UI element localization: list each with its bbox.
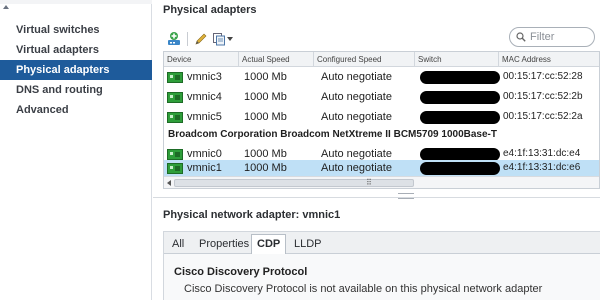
- adapters-table: Device Actual Speed Configured Speed Swi…: [163, 51, 600, 189]
- configured-speed: Auto negotiate: [321, 162, 392, 174]
- mac-address: 00:15:17:cc:52:2a: [503, 111, 583, 122]
- add-network-button[interactable]: [165, 30, 183, 48]
- sidebar-item-dns-and-routing[interactable]: DNS and routing: [0, 80, 152, 100]
- detail-title: Physical network adapter: vmnic1: [163, 209, 341, 221]
- redacted-switch: [420, 162, 500, 175]
- sidebar: Virtual switches Virtual adapters Physic…: [0, 0, 152, 300]
- network-adapter-icon: [167, 163, 183, 174]
- add-network-icon: [168, 32, 180, 45]
- device-name: vmnic1: [187, 162, 222, 174]
- copy-settings-icon: [212, 33, 225, 46]
- detail-panel: All Properties CDP LLDP Cisco Discovery …: [163, 231, 600, 300]
- table-row[interactable]: vmnic4 1000 Mb Auto negotiate 00:15:17:c…: [164, 87, 599, 107]
- mac-address: e4:1f:13:31:dc:e6: [503, 162, 581, 173]
- table-row[interactable]: vmnic3 1000 Mb Auto negotiate 00:15:17:c…: [164, 67, 599, 87]
- edit-button[interactable]: [192, 30, 210, 48]
- actual-speed: 1000 Mb: [244, 162, 287, 174]
- sidebar-item-virtual-adapters[interactable]: Virtual adapters: [0, 40, 152, 60]
- collapse-arrow-icon[interactable]: [3, 5, 9, 9]
- filter-box[interactable]: [509, 27, 595, 47]
- redacted-switch: [420, 71, 500, 84]
- configured-speed: Auto negotiate: [321, 91, 392, 103]
- mac-address: 00:15:17:cc:52:2b: [503, 91, 583, 102]
- column-header-device[interactable]: Device: [164, 52, 239, 67]
- column-header-switch[interactable]: Switch: [415, 52, 499, 67]
- cdp-heading: Cisco Discovery Protocol: [174, 266, 308, 278]
- sidebar-item-virtual-switches[interactable]: Virtual switches: [0, 20, 152, 40]
- network-adapter-icon: [167, 72, 183, 83]
- column-header-configured-speed[interactable]: Configured Speed: [314, 52, 415, 67]
- actual-speed: 1000 Mb: [244, 71, 287, 83]
- scroll-grip-icon: ⠿: [366, 178, 372, 187]
- column-header-mac-address[interactable]: MAC Address: [499, 52, 599, 67]
- network-adapter-icon: [167, 92, 183, 103]
- filter-input[interactable]: [530, 31, 590, 43]
- sidebar-top-strip: [0, 0, 152, 9]
- horizontal-scrollbar[interactable]: ⠿: [164, 176, 599, 188]
- actual-speed: 1000 Mb: [244, 91, 287, 103]
- sidebar-item-advanced[interactable]: Advanced: [0, 100, 152, 120]
- tab-lldp[interactable]: LLDP: [289, 234, 327, 254]
- splitter-grip-icon[interactable]: [398, 193, 414, 199]
- configured-speed: Auto negotiate: [321, 71, 392, 83]
- copy-settings-button[interactable]: [210, 30, 234, 48]
- tab-all[interactable]: All: [167, 234, 189, 254]
- table-row[interactable]: vmnic5 1000 Mb Auto negotiate 00:15:17:c…: [164, 107, 599, 127]
- panel-splitter[interactable]: [153, 197, 600, 198]
- tab-properties[interactable]: Properties: [194, 234, 254, 254]
- table-row-selected[interactable]: vmnic1 1000 Mb Auto negotiate e4:1f:13:3…: [164, 160, 599, 176]
- device-name: vmnic5: [187, 111, 222, 123]
- group-header: Broadcom Corporation Broadcom NetXtreme …: [168, 129, 497, 140]
- configured-speed: Auto negotiate: [321, 111, 392, 123]
- search-icon: [516, 32, 526, 42]
- cdp-tab-content: Cisco Discovery Protocol Cisco Discovery…: [164, 254, 600, 300]
- sidebar-item-physical-adapters[interactable]: Physical adapters: [0, 60, 152, 80]
- network-adapter-icon: [167, 112, 183, 123]
- scrollbar-thumb[interactable]: [174, 179, 414, 187]
- scroll-left-icon[interactable]: [167, 180, 171, 186]
- device-name: vmnic3: [187, 71, 222, 83]
- toolbar-separator: [187, 32, 188, 46]
- tab-cdp[interactable]: CDP: [251, 234, 287, 255]
- device-name: vmnic4: [187, 91, 222, 103]
- table-header: Device Actual Speed Configured Speed Swi…: [164, 52, 599, 67]
- tab-bar: All Properties CDP LLDP: [164, 232, 600, 255]
- actual-speed: 1000 Mb: [244, 111, 287, 123]
- main-panel: Physical adapters Filter Device Actual S…: [153, 0, 600, 300]
- page-title: Physical adapters: [163, 4, 257, 16]
- column-header-actual-speed[interactable]: Actual Speed: [239, 52, 314, 67]
- mac-address: 00:15:17:cc:52:28: [503, 71, 583, 82]
- network-adapter-icon: [167, 149, 183, 160]
- redacted-switch: [420, 111, 500, 124]
- edit-pencil-icon: [195, 33, 207, 45]
- redacted-switch: [420, 91, 500, 104]
- toolbar: [165, 30, 234, 48]
- chevron-down-icon: [226, 37, 233, 41]
- cdp-message: Cisco Discovery Protocol is not availabl…: [184, 283, 543, 295]
